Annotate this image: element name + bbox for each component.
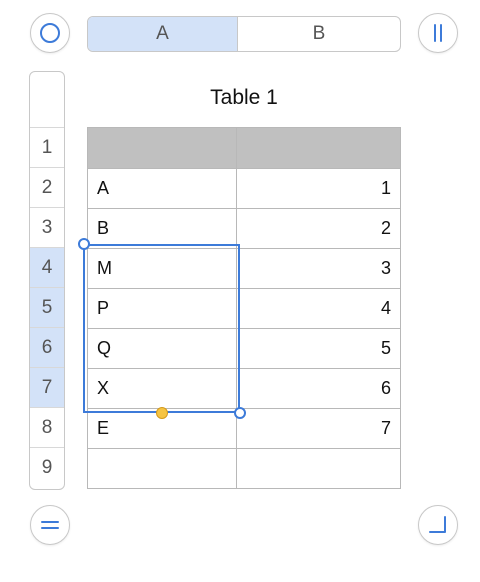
- row-header-1[interactable]: 1: [30, 128, 64, 168]
- table-row: B 2: [88, 209, 400, 249]
- row-header-8[interactable]: 8: [30, 408, 64, 448]
- row-options-button[interactable]: [30, 505, 70, 545]
- select-table-button[interactable]: [30, 13, 70, 53]
- table-cell[interactable]: [237, 449, 400, 488]
- table-row: P 4: [88, 289, 400, 329]
- circle-select-icon: [40, 23, 60, 43]
- table-cell[interactable]: 2: [237, 209, 400, 248]
- column-header-bar: A B: [87, 16, 401, 52]
- table-cell[interactable]: B: [88, 209, 237, 248]
- table-cell[interactable]: P: [88, 289, 237, 328]
- column-options-button[interactable]: [418, 13, 458, 53]
- row-header-7[interactable]: 7: [30, 368, 64, 408]
- row-header-corner: [30, 72, 64, 128]
- column-header-b[interactable]: B: [238, 17, 400, 51]
- table-row: X 6: [88, 369, 400, 409]
- table-title[interactable]: Table 1: [87, 86, 401, 110]
- resize-table-button[interactable]: [418, 505, 458, 545]
- table-header-row: [88, 128, 400, 169]
- table-cell[interactable]: Q: [88, 329, 237, 368]
- table-cell[interactable]: 7: [237, 409, 400, 448]
- autofill-handle[interactable]: [156, 407, 168, 419]
- table-cell[interactable]: 5: [237, 329, 400, 368]
- table-cell[interactable]: A: [88, 169, 237, 208]
- table-cell[interactable]: [88, 128, 237, 168]
- resize-corner-icon: [429, 516, 446, 533]
- equals-rows-icon: [41, 521, 59, 529]
- selection-bottom-right-handle[interactable]: [234, 407, 246, 419]
- table-row: A 1: [88, 169, 400, 209]
- table-grid: A 1 B 2 M 3 P 4 Q 5 X 6 E 7: [87, 127, 401, 489]
- table-row: Q 5: [88, 329, 400, 369]
- table-cell[interactable]: [237, 128, 400, 168]
- row-header-6[interactable]: 6: [30, 328, 64, 368]
- table-cell[interactable]: 6: [237, 369, 400, 408]
- table-row: [88, 449, 400, 489]
- selection-top-left-handle[interactable]: [78, 238, 90, 250]
- column-header-a[interactable]: A: [88, 17, 238, 51]
- table-cell[interactable]: M: [88, 249, 237, 288]
- row-header-9[interactable]: 9: [30, 448, 64, 488]
- table-cell[interactable]: [88, 449, 237, 488]
- row-header-3[interactable]: 3: [30, 208, 64, 248]
- row-header-bar: 1 2 3 4 5 6 7 8 9: [29, 71, 65, 490]
- table-cell[interactable]: X: [88, 369, 237, 408]
- table-row: M 3: [88, 249, 400, 289]
- table-cell[interactable]: 1: [237, 169, 400, 208]
- row-header-4[interactable]: 4: [30, 248, 64, 288]
- table-cell[interactable]: 3: [237, 249, 400, 288]
- table-cell[interactable]: 4: [237, 289, 400, 328]
- pause-columns-icon: [434, 24, 442, 42]
- row-header-5[interactable]: 5: [30, 288, 64, 328]
- row-header-2[interactable]: 2: [30, 168, 64, 208]
